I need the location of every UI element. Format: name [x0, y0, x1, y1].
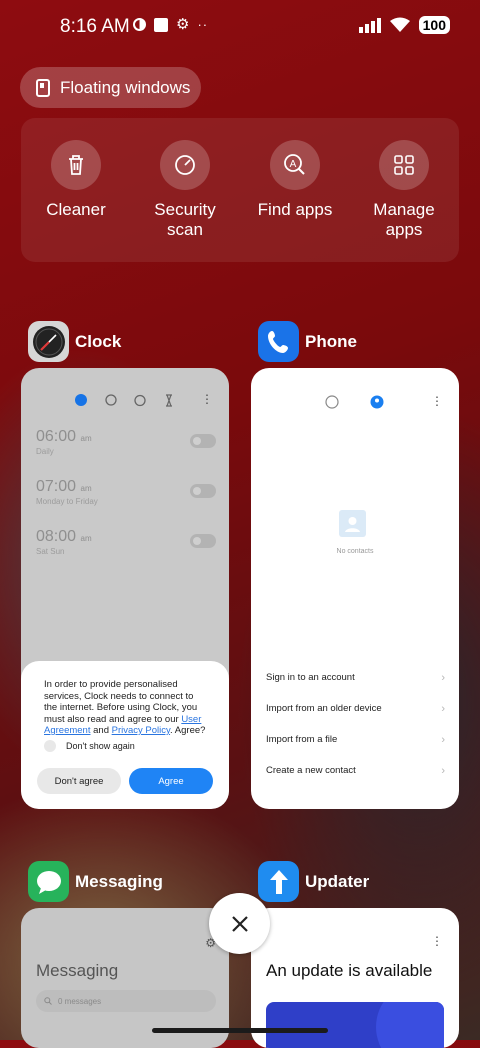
cleaner-label: Cleaner — [46, 200, 106, 219]
clock-app-header[interactable]: Clock — [28, 321, 121, 362]
dialog-text-and: and — [90, 725, 112, 736]
phone-tab-icons — [325, 395, 384, 409]
floating-windows-label: Floating windows — [60, 77, 191, 97]
alarm-days: Monday to Friday — [36, 497, 98, 506]
alarm-item[interactable]: 08:00 am Sat Sun — [36, 528, 216, 556]
battery-indicator: 100 — [418, 16, 450, 34]
square-notification-icon — [154, 17, 168, 32]
alarm-time: 07:00 — [36, 478, 77, 495]
clock-tab-icons — [75, 394, 172, 407]
alarm-days: Sat Sun — [36, 547, 65, 556]
manage-apps-button[interactable]: Manage apps — [349, 140, 459, 240]
alarm-days: Daily — [36, 447, 54, 456]
more-notifications-icon: ·· — [197, 17, 209, 32]
settings-gear-icon: ⚙ — [176, 15, 190, 33]
security-scan-label: Security scan — [154, 200, 216, 239]
alarm-toggle[interactable] — [190, 484, 216, 498]
clock-permission-dialog: In order to provide personalised service… — [21, 661, 229, 809]
updater-more-icon[interactable]: ⋮ — [431, 935, 443, 947]
security-scan-icon — [160, 140, 210, 190]
update-available-title: An update is available — [266, 961, 433, 980]
phone-app-header[interactable]: Phone — [258, 321, 357, 362]
svg-text:A: A — [290, 159, 297, 170]
dont-show-again-checkbox[interactable]: Don't show again — [44, 740, 135, 752]
home-indicator[interactable] — [152, 1028, 328, 1033]
clear-all-button[interactable] — [209, 893, 270, 954]
messaging-app-card[interactable]: ⚙ Messaging 0 messages — [21, 908, 229, 1048]
phone-app-card[interactable]: ⋮ No contacts Sign in to an account › Imp… — [251, 368, 459, 809]
security-scan-button[interactable]: Security scan — [130, 140, 240, 240]
wifi-icon — [389, 17, 410, 32]
status-notification-icons: ⚙ ·· — [133, 17, 208, 32]
status-time: 8:16 AM — [60, 16, 130, 37]
alarm-ampm: am — [80, 534, 92, 543]
messaging-app-icon — [28, 861, 69, 902]
contact-placeholder-icon — [339, 510, 366, 537]
find-apps-label: Find apps — [257, 200, 333, 219]
search-icon — [44, 997, 52, 1005]
link-label: Import from a file — [266, 734, 338, 745]
updater-app-card[interactable]: ⋮ An update is available — [251, 908, 459, 1048]
grid-icon — [379, 140, 429, 190]
link-label: Create a new contact — [266, 765, 356, 776]
trash-icon — [51, 140, 101, 190]
messaging-app-name: Messaging — [75, 871, 163, 891]
updater-app-header[interactable]: Updater — [258, 861, 369, 902]
alarm-ampm: am — [80, 484, 92, 493]
checkbox-label: Don't show again — [66, 741, 135, 751]
manage-apps-label: Manage apps — [373, 200, 435, 239]
sign-in-account-link[interactable]: Sign in to an account › — [266, 672, 445, 684]
alarm-ampm: am — [80, 434, 92, 443]
find-apps-icon: A — [270, 140, 320, 190]
find-apps-button[interactable]: A Find apps — [240, 140, 350, 220]
clock-app-card[interactable]: ⋮ 06:00 am Daily 07:00 am Monday to Frid… — [21, 368, 229, 809]
messaging-title: Messaging — [36, 961, 119, 980]
clock-more-icon[interactable]: ⋮ — [201, 393, 213, 405]
updater-app-name: Updater — [305, 871, 370, 891]
chevron-right-icon: › — [441, 765, 445, 777]
alarm-time: 08:00 — [36, 528, 77, 545]
search-placeholder: 0 messages — [58, 996, 102, 1006]
no-contacts-text: No contacts — [336, 548, 374, 555]
chevron-right-icon: › — [441, 734, 445, 746]
messaging-app-header[interactable]: Messaging — [28, 861, 163, 902]
messaging-search-input[interactable]: 0 messages — [36, 990, 216, 1012]
dont-agree-button[interactable]: Don't agree — [37, 768, 121, 794]
updater-app-icon — [258, 861, 299, 902]
import-older-device-link[interactable]: Import from an older device › — [266, 703, 445, 715]
alarm-item[interactable]: 07:00 am Monday to Friday — [36, 478, 216, 506]
agree-button[interactable]: Agree — [129, 768, 213, 794]
checkbox-box — [44, 740, 56, 752]
status-system-icons: 100 — [358, 16, 450, 34]
signal-icon — [358, 17, 381, 33]
alarm-toggle[interactable] — [190, 534, 216, 548]
dialog-text-start: In order to provide personalised service… — [44, 679, 198, 725]
chevron-right-icon: › — [441, 703, 445, 715]
data-saver-icon — [133, 18, 146, 31]
clock-app-name: Clock — [75, 331, 122, 351]
clock-app-icon — [28, 321, 69, 362]
update-banner-image — [266, 1002, 444, 1048]
phone-more-icon[interactable]: ⋮ — [431, 395, 443, 407]
link-label: Import from an older device — [266, 703, 382, 714]
floating-window-icon — [36, 78, 50, 97]
dialog-message: In order to provide personalised service… — [44, 679, 209, 737]
phone-app-name: Phone — [305, 331, 357, 351]
import-from-file-link[interactable]: Import from a file › — [266, 734, 445, 746]
chevron-right-icon: › — [441, 672, 445, 684]
close-icon — [231, 915, 248, 932]
quick-actions-panel: Cleaner Security scan A Find apps Manage… — [21, 118, 459, 262]
phone-app-icon — [258, 321, 299, 362]
dialog-text-end: . Agree? — [170, 725, 206, 736]
alarm-toggle[interactable] — [190, 434, 216, 448]
link-label: Sign in to an account — [266, 672, 355, 683]
create-contact-link[interactable]: Create a new contact › — [266, 765, 445, 777]
alarm-item[interactable]: 06:00 am Daily — [36, 428, 216, 456]
floating-windows-button[interactable]: Floating windows — [20, 67, 201, 108]
cleaner-button[interactable]: Cleaner — [21, 140, 131, 220]
privacy-policy-link[interactable]: Privacy Policy — [112, 725, 170, 736]
alarm-time: 06:00 — [36, 428, 77, 445]
